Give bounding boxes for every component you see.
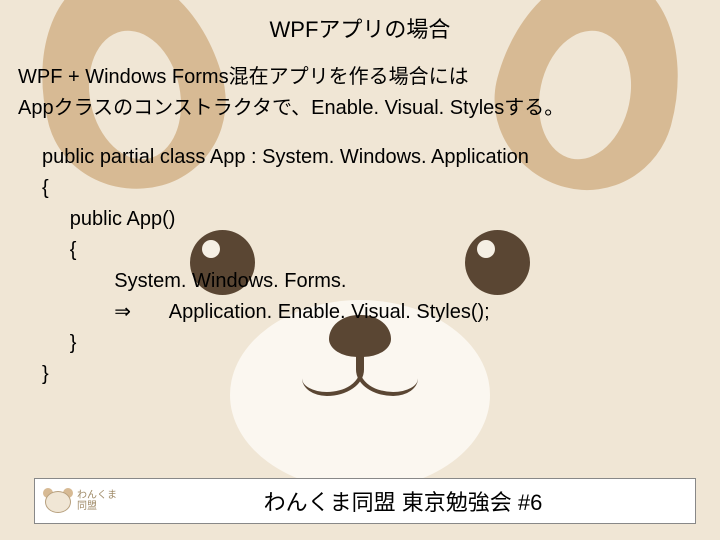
code-line-8: }	[42, 363, 49, 385]
footer-logo-line1: わんくま	[77, 490, 117, 501]
code-line-7: }	[42, 332, 76, 354]
slide-paragraph: WPF + Windows Forms混在アプリを作る場合には Appクラスのコ…	[18, 62, 702, 124]
code-line-3: public App()	[42, 208, 175, 230]
code-line-5: System. Windows. Forms.	[42, 270, 347, 292]
footer-logo: わんくま 同盟	[35, 479, 131, 523]
code-line-2: {	[42, 177, 49, 199]
bear-icon	[43, 488, 73, 514]
footer-logo-text: わんくま 同盟	[77, 490, 117, 512]
paragraph-line-2: Appクラスのコンストラクタで、Enable. Visual. Stylesする…	[18, 97, 564, 119]
code-block: public partial class App : System. Windo…	[18, 142, 702, 390]
code-line-1: public partial class App : System. Windo…	[42, 146, 529, 168]
code-line-6: ⇒ Application. Enable. Visual. Styles();	[42, 301, 490, 323]
paragraph-line-1: WPF + Windows Forms混在アプリを作る場合には	[18, 66, 469, 88]
footer-bar: わんくま 同盟 わんくま同盟 東京勉強会 #6	[34, 478, 696, 524]
slide-title: WPFアプリの場合	[18, 12, 702, 44]
footer-logo-line2: 同盟	[77, 501, 97, 512]
footer-text: わんくま同盟 東京勉強会 #6	[131, 485, 695, 517]
slide-content: WPFアプリの場合 WPF + Windows Forms混在アプリを作る場合に…	[0, 0, 720, 540]
code-line-4: {	[42, 239, 76, 261]
